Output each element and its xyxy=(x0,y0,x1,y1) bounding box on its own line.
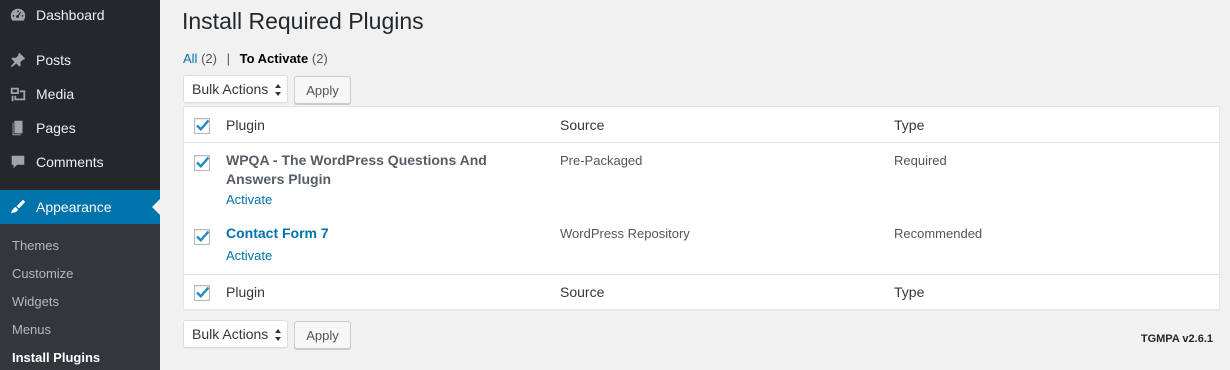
submenu-item-customize[interactable]: Customize xyxy=(12,266,73,281)
filter-to-activate-count: (2) xyxy=(311,51,328,66)
menu-item-pages[interactable]: Pages xyxy=(0,111,160,145)
plugin-type: Required xyxy=(894,153,947,168)
column-header-source[interactable]: Source xyxy=(560,117,604,133)
menu-item-label: Posts xyxy=(36,52,72,68)
menu-item-label: Media xyxy=(36,86,75,102)
menu-item-label: Pages xyxy=(36,120,76,136)
pages-icon xyxy=(8,118,28,138)
plugin-source: Pre-Packaged xyxy=(560,153,643,168)
table-row: Contact Form 7 Activate WordPress Reposi… xyxy=(184,218,1219,274)
table-footer-row: Plugin Source Type xyxy=(184,274,1219,310)
select-all-checkbox-footer[interactable] xyxy=(194,285,210,301)
select-all-checkbox[interactable] xyxy=(194,118,210,134)
checkmark-icon xyxy=(196,286,210,299)
column-header-plugin[interactable]: Plugin xyxy=(226,117,265,133)
checkmark-icon xyxy=(196,119,210,132)
submenu-item-widgets[interactable]: Widgets xyxy=(12,294,59,309)
filter-to-activate-link[interactable]: To Activate xyxy=(240,51,309,66)
column-header-type[interactable]: Type xyxy=(894,117,924,133)
filter-all-label: All xyxy=(183,51,198,66)
filter-all-link[interactable]: All xyxy=(183,51,197,66)
activate-link[interactable]: Activate xyxy=(226,248,272,263)
menu-item-posts[interactable]: Posts xyxy=(0,43,160,77)
submenu-item-menus[interactable]: Menus xyxy=(12,322,51,337)
pin-icon xyxy=(8,50,28,70)
row-checkbox[interactable] xyxy=(194,155,210,171)
menu-item-label: Dashboard xyxy=(36,7,105,23)
status-filters: All (2) | To Activate (2) xyxy=(183,51,328,66)
row-checkbox[interactable] xyxy=(194,229,210,245)
menu-item-appearance[interactable]: Appearance xyxy=(0,190,160,224)
bulk-actions-value: Bulk Actions xyxy=(192,326,269,342)
column-footer-source[interactable]: Source xyxy=(560,284,604,300)
comment-icon xyxy=(8,152,28,172)
table-header-row: Plugin Source Type xyxy=(184,107,1219,143)
menu-item-label: Appearance xyxy=(36,199,112,215)
column-footer-plugin[interactable]: Plugin xyxy=(226,284,265,300)
menu-item-label: Comments xyxy=(36,154,104,170)
plugin-type: Recommended xyxy=(894,226,983,241)
dashboard-icon xyxy=(8,5,28,25)
column-footer-type[interactable]: Type xyxy=(894,284,924,300)
checkmark-icon xyxy=(196,230,210,243)
table-row: WPQA - The WordPress Questions And Answe… xyxy=(184,144,1219,218)
appearance-submenu: Themes Customize Widgets Menus Install P… xyxy=(0,224,160,370)
plugin-source: WordPress Repository xyxy=(560,226,690,241)
active-menu-arrow xyxy=(152,199,160,215)
plugin-name: WPQA - The WordPress Questions And Answe… xyxy=(226,152,487,187)
bulk-actions-value: Bulk Actions xyxy=(192,81,269,97)
submenu-item-themes[interactable]: Themes xyxy=(12,238,59,253)
filter-all-count: (2) xyxy=(201,51,217,66)
menu-item-comments[interactable]: Comments xyxy=(0,145,160,179)
page-title: Install Required Plugins xyxy=(182,8,424,34)
admin-sidebar: Dashboard Posts Media Pages Comments App… xyxy=(0,0,160,370)
brush-icon xyxy=(8,197,28,217)
version-label: TGMPA v2.6.1 xyxy=(1140,333,1213,345)
menu-item-media[interactable]: Media xyxy=(0,77,160,111)
submenu-item-install-plugins[interactable]: Install Plugins xyxy=(12,350,100,365)
filter-separator: | xyxy=(226,51,230,66)
select-arrows-icon xyxy=(275,84,281,96)
media-icon xyxy=(8,84,28,104)
bulk-actions-select-top[interactable]: Bulk Actions xyxy=(183,75,288,103)
menu-item-dashboard[interactable]: Dashboard xyxy=(0,0,160,32)
apply-button-bottom[interactable]: Apply xyxy=(294,321,351,349)
select-arrows-icon xyxy=(275,329,281,341)
apply-button-top[interactable]: Apply xyxy=(294,76,351,104)
plugins-table: Plugin Source Type WPQA - The WordPress … xyxy=(183,106,1220,310)
bulk-actions-select-bottom[interactable]: Bulk Actions xyxy=(183,320,288,348)
plugin-name-link[interactable]: Contact Form 7 xyxy=(226,224,546,243)
activate-link[interactable]: Activate xyxy=(226,192,272,207)
main-content: Install Required Plugins All (2) | To Ac… xyxy=(160,0,1230,370)
checkmark-icon xyxy=(196,156,210,169)
